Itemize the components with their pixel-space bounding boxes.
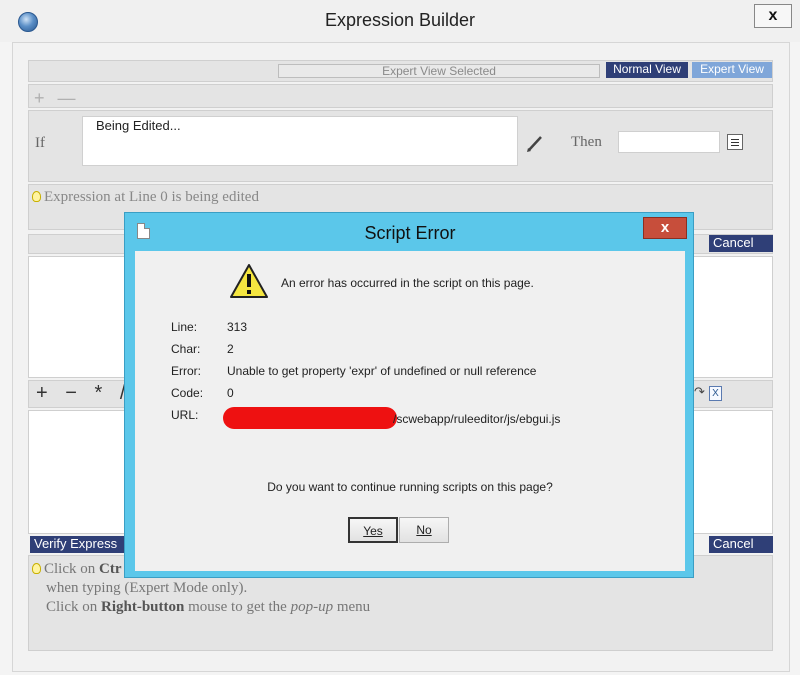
window-titlebar: Expression Builder x	[0, 0, 800, 42]
char-label: Char:	[171, 342, 201, 356]
redo-icon[interactable]: ↷	[694, 384, 705, 399]
if-label: If	[35, 135, 45, 151]
yes-label: Yes	[363, 524, 383, 538]
editing-hint: Expression at Line 0 is being edited	[32, 189, 259, 206]
lightbulb-icon	[32, 191, 41, 202]
line-toolbar	[28, 84, 773, 108]
cancel-button-bottom[interactable]: Cancel	[709, 536, 773, 553]
no-label: No	[416, 523, 432, 537]
redaction-mark	[223, 407, 397, 429]
help-line1-bold: Ctr	[99, 561, 122, 577]
add-remove-line-buttons[interactable]: + —	[34, 88, 80, 109]
dialog-title: Script Error	[364, 223, 456, 243]
window-title: Expression Builder	[324, 10, 476, 30]
line-value: 313	[227, 320, 248, 334]
expert-view-selected-label: Expert View Selected	[278, 64, 600, 78]
help-line3-prefix: Click on	[46, 599, 101, 615]
script-error-dialog: Script Error x An error has occurred in …	[124, 212, 694, 578]
excel-icon[interactable]: X	[708, 386, 722, 401]
window-close-button[interactable]: x	[754, 4, 792, 28]
operator-buttons[interactable]: + − * /	[36, 382, 131, 405]
error-label: Error:	[171, 364, 201, 378]
url-value: /scwebapp/ruleeditor/js/ebgui.js	[393, 412, 561, 426]
error-value: Unable to get property 'expr' of undefin…	[227, 364, 537, 378]
error-message: An error has occurred in the script on t…	[281, 276, 534, 290]
line-label: Line:	[171, 320, 198, 334]
dialog-body: An error has occurred in the script on t…	[135, 251, 685, 571]
if-expression-value: Being Edited...	[96, 118, 181, 133]
then-label: Then	[571, 134, 602, 150]
help-line1-prefix: Click on	[44, 561, 99, 577]
help-line3-mid: mouse to get the	[184, 599, 291, 615]
yes-button[interactable]: Yes	[348, 517, 398, 543]
url-label: URL:	[171, 408, 199, 422]
dialog-close-button[interactable]: x	[643, 217, 687, 239]
verify-expression-button[interactable]: Verify Express	[30, 536, 126, 553]
help-line3-bold: Right-button	[101, 599, 185, 615]
help-line2: when typing (Expert Mode only).	[46, 580, 248, 596]
help-lightbulb-icon	[32, 563, 41, 574]
code-value: 0	[227, 386, 234, 400]
normal-view-button[interactable]: Normal View	[606, 62, 688, 78]
code-label: Code:	[171, 386, 204, 400]
editing-hint-text: Expression at Line 0 is being edited	[44, 189, 259, 205]
help-line3-em: pop-up	[290, 599, 334, 615]
char-value: 2	[227, 342, 234, 356]
edit-pen-icon[interactable]	[525, 133, 545, 153]
continue-question: Do you want to continue running scripts …	[267, 480, 553, 494]
operator-right-icons: ↷ X	[694, 384, 722, 401]
no-button[interactable]: No	[399, 517, 449, 543]
warning-icon	[230, 264, 268, 298]
help-line3-suffix: menu	[333, 599, 371, 615]
cancel-button-top[interactable]: Cancel	[709, 235, 773, 252]
then-field[interactable]	[618, 131, 720, 153]
list-picker-icon[interactable]	[727, 134, 743, 150]
expert-view-button[interactable]: Expert View	[692, 62, 772, 78]
